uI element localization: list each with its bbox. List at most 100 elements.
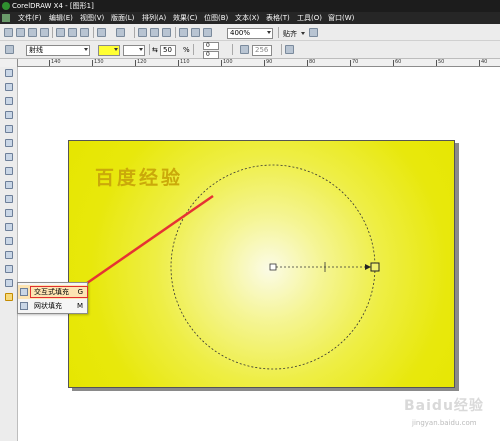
print-icon[interactable]	[40, 28, 49, 37]
zoom-level-select[interactable]: 400%	[227, 28, 273, 39]
menu-text[interactable]: 文本(X)	[235, 13, 259, 23]
outline-tool-icon[interactable]	[5, 279, 13, 287]
fill-tool-flyout: 交互式填充 G 网状填充 M	[17, 282, 88, 314]
menu-bitmaps[interactable]: 位图(B)	[204, 13, 228, 23]
freehand-tool-icon[interactable]	[5, 125, 13, 133]
separator	[193, 44, 194, 55]
save-icon[interactable]	[28, 28, 37, 37]
mesh-fill-icon	[20, 302, 28, 310]
basic-shapes-tool-icon[interactable]	[5, 195, 13, 203]
separator	[175, 27, 176, 38]
chevron-down-icon[interactable]	[301, 32, 305, 35]
separator	[134, 27, 135, 38]
midpoint-input[interactable]: 50	[160, 45, 176, 56]
menu-file[interactable]: 文件(F)	[18, 13, 42, 23]
paste-icon[interactable]	[80, 28, 89, 37]
midpoint-icon: ⇆	[152, 46, 158, 54]
redo-icon[interactable]	[116, 28, 125, 37]
ruler-label: 110	[180, 59, 190, 65]
ruler-label: 120	[137, 59, 147, 65]
ruler-label: 140	[51, 59, 61, 65]
horizontal-ruler[interactable]: 140 130 120 110 100 90 80 70 60 50 40	[18, 59, 500, 67]
menu-window[interactable]: 窗口(W)	[328, 13, 354, 23]
window-title: CorelDRAW X4 - [图形1]	[12, 2, 94, 10]
welcome-screen-icon[interactable]	[191, 28, 200, 37]
corel-online-icon[interactable]	[203, 28, 212, 37]
application-launcher-icon[interactable]	[179, 28, 188, 37]
ruler-label: 90	[266, 59, 273, 65]
menu-item-mesh-fill[interactable]: 网状填充 M	[18, 299, 87, 313]
rectangle-tool-icon[interactable]	[5, 153, 13, 161]
steps-lock-icon[interactable]	[240, 45, 249, 54]
menu-tools[interactable]: 工具(O)	[297, 13, 322, 23]
ruler-tick	[178, 60, 179, 66]
fountain-steps-input[interactable]: 256	[252, 45, 272, 56]
separator	[278, 27, 279, 38]
interactive-fill-icon	[20, 288, 28, 296]
document-menu-icon[interactable]	[2, 14, 10, 22]
zoom-tool-icon[interactable]	[5, 111, 13, 119]
edge-pad-value: 0	[206, 51, 210, 58]
angle-input[interactable]: 0	[203, 42, 219, 50]
export-icon[interactable]	[162, 28, 171, 37]
crop-tool-icon[interactable]	[5, 97, 13, 105]
start-color-picker[interactable]	[98, 45, 120, 56]
chevron-down-icon	[267, 31, 271, 34]
new-document-icon[interactable]	[4, 28, 13, 37]
menu-layout[interactable]: 版面(L)	[111, 13, 134, 23]
menu-view[interactable]: 视图(V)	[80, 13, 104, 23]
menu-item-label: 网状填充	[34, 302, 62, 310]
zoom-level-value: 400%	[230, 29, 251, 37]
ruler-tick	[350, 60, 351, 66]
text-tool-icon[interactable]	[5, 209, 13, 217]
midpoint-value: 50	[163, 46, 172, 54]
eyedropper-tool-icon[interactable]	[5, 265, 13, 273]
percent-label: %	[183, 46, 190, 54]
search-content-icon[interactable]	[138, 28, 147, 37]
open-icon[interactable]	[16, 28, 25, 37]
ellipse-tool-icon[interactable]	[5, 167, 13, 175]
fill-tool-icon	[5, 45, 14, 54]
smart-fill-tool-icon[interactable]	[5, 139, 13, 147]
options-icon[interactable]	[309, 28, 318, 37]
watermark-text: 百度经验	[95, 167, 184, 189]
interactive-blend-tool-icon[interactable]	[5, 251, 13, 259]
menu-table[interactable]: 表格(T)	[266, 13, 290, 23]
shape-tool-icon[interactable]	[5, 83, 13, 91]
ruler-tick	[436, 60, 437, 66]
logo-text: Baidu经验	[404, 398, 484, 414]
import-icon[interactable]	[150, 28, 159, 37]
standard-toolbar: 400% 贴齐	[0, 24, 500, 41]
ruler-label: 40	[481, 59, 488, 65]
fill-type-select[interactable]: 射线	[26, 45, 90, 56]
pick-tool-icon[interactable]	[5, 69, 13, 77]
ruler-tick	[307, 60, 308, 66]
polygon-tool-icon[interactable]	[5, 181, 13, 189]
separator	[281, 44, 282, 55]
chevron-down-icon	[84, 48, 88, 51]
undo-icon[interactable]	[97, 28, 106, 37]
fill-type-value: 射线	[29, 46, 43, 54]
menu-item-interactive-fill[interactable]: 交互式填充 G	[18, 285, 88, 299]
app-icon	[2, 2, 10, 10]
table-tool-icon[interactable]	[5, 223, 13, 231]
chevron-down-icon	[139, 48, 143, 51]
interactive-fill-tool-icon[interactable]	[5, 293, 13, 301]
end-color-picker[interactable]	[123, 45, 145, 56]
baidu-jingyan-logo: Baidu经验 jingyan.baidu.com	[404, 393, 500, 433]
copy-fill-properties-icon[interactable]	[285, 45, 294, 54]
ruler-tick	[92, 60, 93, 66]
edge-pad-input[interactable]: 0	[203, 51, 219, 59]
copy-icon[interactable]	[68, 28, 77, 37]
menu-edit[interactable]: 编辑(E)	[49, 13, 73, 23]
snap-to-button[interactable]: 贴齐	[283, 29, 297, 39]
menu-effects[interactable]: 效果(C)	[173, 13, 197, 23]
menu-arrange[interactable]: 排列(A)	[142, 13, 166, 23]
red-highlight-box	[30, 286, 88, 298]
ruler-label: 80	[309, 59, 316, 65]
cut-icon[interactable]	[56, 28, 65, 37]
chevron-down-icon	[114, 48, 118, 51]
dimension-tool-icon[interactable]	[5, 237, 13, 245]
ruler-label: 130	[94, 59, 104, 65]
menu-item-shortcut: M	[76, 302, 83, 310]
